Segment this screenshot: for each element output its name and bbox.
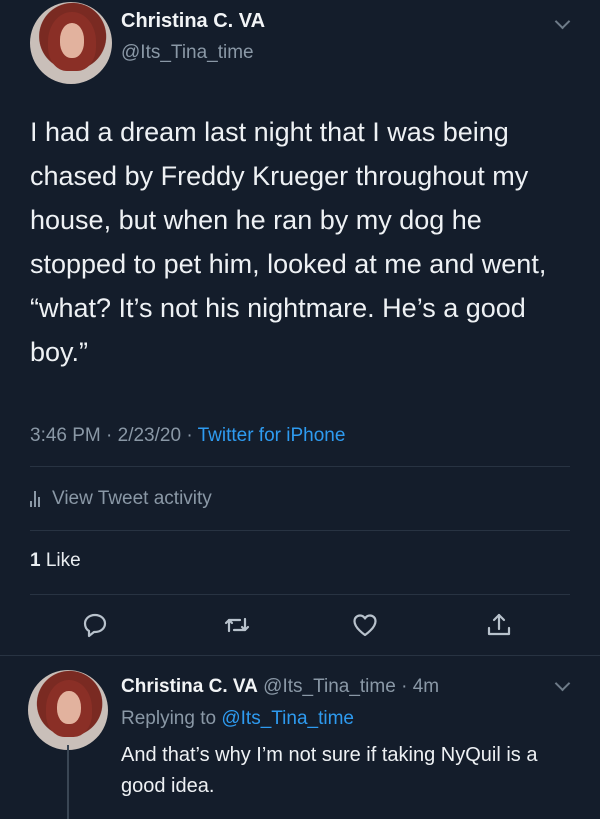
thread-line <box>67 745 69 819</box>
reply-author-name[interactable]: Christina C. VA <box>121 676 258 697</box>
chevron-down-icon[interactable] <box>554 13 571 30</box>
reply-header: Christina C. VA @Its_Tina_time · 4m <box>121 676 439 698</box>
tweet-source-link[interactable]: Twitter for iPhone <box>198 425 346 446</box>
share-icon[interactable] <box>485 611 513 639</box>
avatar-face <box>59 23 85 58</box>
tweet-text: I had a dream last night that I was bein… <box>30 117 547 367</box>
tweet-meta: 3:46 PM · 2/23/20 · Twitter for iPhone <box>30 425 345 447</box>
bar-chart-icon <box>30 491 40 507</box>
divider <box>30 594 570 595</box>
like-count-number: 1 <box>30 550 41 571</box>
chevron-down-icon[interactable] <box>554 675 571 692</box>
replying-to: Replying to @Its_Tina_time <box>121 708 354 730</box>
like-count-label: Like <box>40 550 81 571</box>
divider <box>30 530 570 531</box>
reply-author-handle[interactable]: @Its_Tina_time <box>263 676 396 697</box>
author-handle[interactable]: @Its_Tina_time <box>121 42 254 64</box>
reply-icon[interactable] <box>81 611 109 639</box>
author-name[interactable]: Christina C. VA <box>121 10 265 33</box>
view-tweet-activity-label: View Tweet activity <box>52 488 212 509</box>
replying-mention-link[interactable]: @Its_Tina_time <box>221 708 354 729</box>
author-avatar[interactable] <box>30 2 112 84</box>
view-tweet-activity-link[interactable]: View Tweet activity <box>30 488 212 510</box>
like-count[interactable]: 1 Like <box>30 550 81 572</box>
reply-time-ago: · 4m <box>395 676 440 697</box>
reply-text: And that’s why I’m not sure if taking Ny… <box>121 744 538 797</box>
divider <box>30 466 570 467</box>
reply-author-avatar[interactable] <box>28 670 108 750</box>
retweet-icon[interactable] <box>223 611 251 639</box>
replying-prefix: Replying to <box>121 708 222 729</box>
divider <box>0 655 600 656</box>
avatar-face <box>56 690 81 725</box>
tweet-timestamp: 3:46 PM · 2/23/20 · <box>30 425 198 446</box>
like-icon[interactable] <box>351 611 379 639</box>
